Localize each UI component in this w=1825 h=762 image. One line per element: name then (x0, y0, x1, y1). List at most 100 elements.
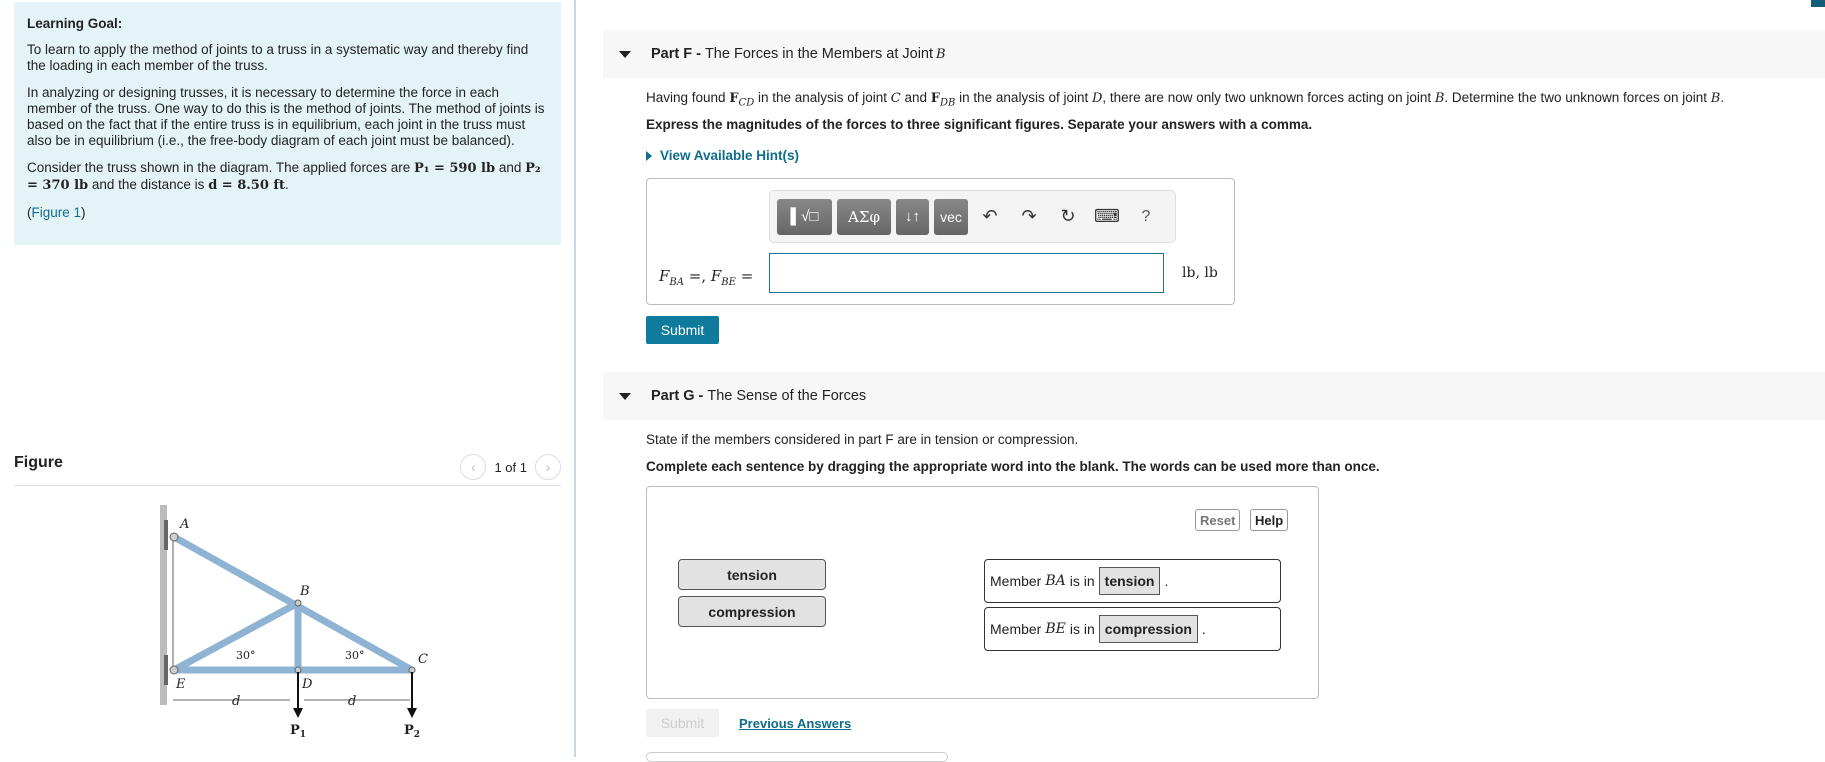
math-sub: BE (721, 277, 736, 288)
label-p2-main: P (404, 723, 414, 738)
part-g-label: Part G - (651, 388, 704, 404)
help-icon[interactable]: ? (1129, 199, 1163, 235)
label-d: D (301, 677, 313, 692)
text: in the analysis of joint (754, 90, 891, 105)
answer-input[interactable] (769, 253, 1164, 293)
collapse-triangle-icon (619, 50, 631, 58)
text: and (900, 90, 931, 105)
reset-button[interactable]: Reset (1195, 509, 1241, 531)
previous-answers-link[interactable]: Previous Answers (739, 716, 851, 731)
figure-link-line: (Figure 1) (27, 205, 548, 221)
text: . (1201, 621, 1206, 637)
part-f-header[interactable]: Part F - The Forces in the Members at Jo… (603, 30, 1825, 78)
templates-button[interactable]: ▌√□ (777, 198, 832, 235)
math-var: B (1434, 91, 1445, 106)
part-f-description: Having found FCD in the analysis of join… (646, 90, 1724, 109)
math-var: D (1091, 91, 1103, 106)
units-label: lb, lb (1182, 265, 1218, 281)
text: . Determine the two unknown forces on jo… (1444, 90, 1711, 105)
help-button[interactable]: Help (1250, 509, 1289, 531)
right-panel: Part F - The Forces in the Members at Jo… (576, 0, 1825, 762)
math-f: F (930, 91, 941, 106)
subscript-superscript-button[interactable]: ↓↑ (896, 198, 929, 235)
learning-goal-title: Learning Goal: (27, 16, 123, 31)
submit-button[interactable]: Submit (646, 316, 719, 344)
part-g-instruction: Complete each sentence by dragging the a… (646, 459, 1380, 474)
joint-a (169, 532, 179, 542)
part-f-instruction: Express the magnitudes of the forces to … (646, 117, 1313, 132)
member-var: BA (1045, 573, 1066, 589)
label-p1-main: P (290, 723, 300, 738)
label-a: A (179, 517, 189, 532)
label-c: C (418, 652, 428, 667)
equation-label: FBA =, FBE = (659, 267, 753, 288)
label-d2: d (348, 694, 356, 709)
learning-goal-text-2: In analyzing or designing trusses, it is… (27, 85, 545, 148)
token-tension[interactable]: tension (678, 559, 826, 590)
text: Member (990, 621, 1042, 637)
text: and the distance is (88, 177, 209, 192)
vector-button[interactable]: vec (934, 198, 968, 235)
label-p1-sub: 1 (300, 730, 306, 740)
corner-tab (1811, 0, 1825, 7)
label-angle-2: 30° (345, 649, 365, 662)
figure-header: Figure ‹ 1 of 1 › (14, 448, 561, 486)
part-g-title: The Sense of the Forces (707, 388, 867, 404)
math-sub: CD (738, 97, 755, 109)
text: . (1720, 90, 1725, 105)
learning-goal-box: Learning Goal: To learn to apply the met… (14, 2, 561, 245)
member-var: BE (1045, 621, 1066, 637)
math-var: C (890, 91, 901, 106)
text: . (285, 177, 289, 192)
label-b: B (299, 584, 310, 599)
force-p1-head (293, 708, 303, 718)
text: , there are now only two unknown forces … (1102, 90, 1435, 105)
collapse-triangle-icon (619, 392, 631, 400)
text: . (1164, 573, 1169, 589)
label-p1: P1 (290, 723, 306, 740)
part-f-title: The Forces in the Members at Joint (704, 46, 934, 62)
part-g-header[interactable]: Part G - The Sense of the Forces (603, 372, 1825, 420)
label-p2-sub: 2 (414, 730, 420, 740)
redo-icon[interactable]: ↷ (1012, 199, 1046, 235)
truss-diagram: A B C D E d d 30° 30° P1 P2 (160, 505, 428, 740)
text: Having found (646, 90, 730, 105)
keyboard-icon[interactable]: ⌨ (1090, 199, 1124, 235)
learning-goal-text-1: To learn to apply the method of joints t… (27, 42, 529, 73)
answer-box: ▌√□ ΑΣφ ↓↑ vec ↶ ↷ ↻ ⌨ ? FBA =, FBE = lb… (646, 178, 1235, 305)
math-f: F (659, 267, 670, 285)
sentence-ba: Member BA is in tension. (984, 559, 1281, 603)
learning-goal-text-3: Consider the truss shown in the diagram.… (27, 160, 548, 194)
label-angle-1: 30° (236, 649, 256, 662)
drop-target-be[interactable]: compression (1098, 615, 1198, 643)
token-compression[interactable]: compression (678, 596, 826, 627)
text: is in (1069, 621, 1095, 637)
paren: ) (81, 205, 86, 220)
d-value: d = 8.50 ft (208, 178, 286, 193)
reset-icon[interactable]: ↻ (1051, 199, 1085, 235)
part-f-title-var: B (936, 46, 946, 62)
math-f: F (710, 267, 722, 285)
drag-drop-area: Reset Help tension compression Member BA… (646, 486, 1319, 699)
math-toolbar: ▌√□ ΑΣφ ↓↑ vec ↶ ↷ ↻ ⌨ ? (769, 190, 1176, 243)
text: Member (990, 573, 1042, 589)
view-hints-link[interactable]: View Available Hint(s) (646, 148, 799, 163)
p1-value: P₁ = 590 lb (413, 161, 496, 176)
left-panel: Learning Goal: To learn to apply the met… (0, 0, 575, 757)
undo-icon[interactable]: ↶ (973, 199, 1007, 235)
math-op: = (735, 267, 754, 285)
joint-b (294, 599, 302, 607)
drop-target-ba[interactable]: tension (1098, 567, 1161, 595)
sentence-be: Member BE is in compression. (984, 607, 1281, 651)
label-d1: d (232, 694, 240, 709)
math-f: F (729, 91, 739, 106)
force-p2-head (407, 708, 417, 718)
figure-link[interactable]: Figure 1 (32, 205, 82, 220)
joint-e (169, 665, 179, 675)
chevron-right-icon[interactable]: › (535, 454, 561, 480)
chevron-left-icon[interactable]: ‹ (460, 454, 487, 480)
greek-symbols-button[interactable]: ΑΣφ (837, 198, 891, 235)
text: and (495, 160, 526, 175)
support-e-plate (164, 655, 168, 685)
hint-label: View Available Hint(s) (660, 148, 800, 163)
